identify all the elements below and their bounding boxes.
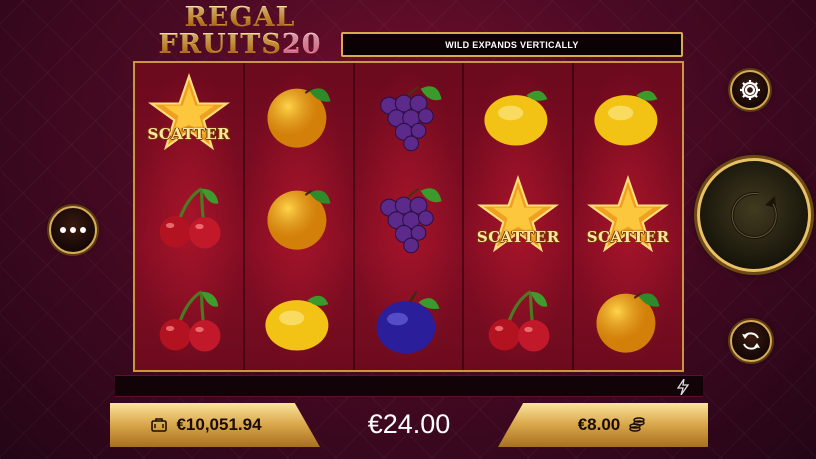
star-scatter-icon [587, 175, 670, 253]
bet-value: €8.00 [577, 415, 621, 434]
autoplay-button[interactable] [730, 320, 772, 362]
orange-symbol [245, 165, 353, 267]
feature-banner: WILD EXPANDS VERTICALLY [341, 32, 683, 57]
star-scatter-symbol: SCATTER [464, 165, 572, 267]
win-amount: €24.00 [367, 408, 451, 439]
grape-icon [380, 86, 443, 152]
lemon-icon [265, 295, 329, 351]
scatter-label: SCATTER [586, 227, 670, 246]
balance-value: €10,051.94 [176, 415, 262, 434]
star-scatter-icon [477, 175, 560, 253]
logo-word: FRUITS [158, 29, 282, 60]
orange-symbol [245, 63, 353, 165]
logo-line2: FRUITS20 [140, 31, 340, 58]
grape-icon [380, 188, 443, 254]
orange-icon [267, 88, 331, 148]
balance-panel: €10,051.94 [110, 403, 320, 447]
cherry-symbol [464, 268, 572, 370]
lemon-symbol [464, 63, 572, 165]
star-scatter-icon [147, 73, 230, 151]
reel-4: SCATTER [464, 63, 575, 370]
grape-symbol [355, 165, 463, 267]
autoplay-icon [742, 332, 760, 350]
star-scatter-symbol: SCATTER [135, 63, 243, 165]
bet-panel[interactable]: €8.00 [498, 403, 708, 447]
orange-icon [267, 190, 331, 251]
lemon-icon [594, 90, 658, 146]
cherry-icon [159, 290, 221, 352]
lightning-icon[interactable] [677, 379, 689, 395]
lemon-symbol [574, 63, 682, 165]
plum-icon [376, 290, 440, 354]
reel-5: SCATTER [574, 63, 682, 370]
cherry-icon [488, 290, 550, 352]
logo-number: 20 [281, 29, 322, 60]
orange-icon [596, 292, 660, 353]
reel-1: SCATTER [135, 63, 245, 370]
reel-2 [244, 63, 355, 370]
spin-arrow-icon [730, 191, 778, 239]
coins-icon [629, 417, 645, 432]
cherry-symbol [135, 268, 243, 370]
lemon-icon [484, 90, 548, 146]
grape-symbol [355, 63, 463, 165]
spin-button[interactable] [697, 158, 811, 272]
reel-3 [354, 63, 465, 370]
cherry-icon [159, 187, 221, 250]
status-bar [115, 375, 703, 397]
star-scatter-symbol: SCATTER [574, 165, 682, 267]
scatter-label: SCATTER [147, 125, 231, 144]
settings-button[interactable] [730, 70, 770, 110]
wallet-icon [151, 418, 168, 432]
lemon-symbol [245, 268, 353, 370]
reel-grid: SCATTER SCATTER SCATTER [133, 61, 684, 372]
gear-icon [740, 80, 760, 100]
menu-button[interactable] [49, 206, 97, 254]
game-logo: REGAL FRUITS20 [140, 4, 340, 62]
scatter-label: SCATTER [476, 227, 560, 246]
logo-line1: REGAL [140, 4, 340, 31]
cherry-symbol [135, 165, 243, 267]
plum-symbol [355, 268, 463, 370]
more-dots-icon [60, 227, 86, 233]
orange-symbol [574, 268, 682, 370]
